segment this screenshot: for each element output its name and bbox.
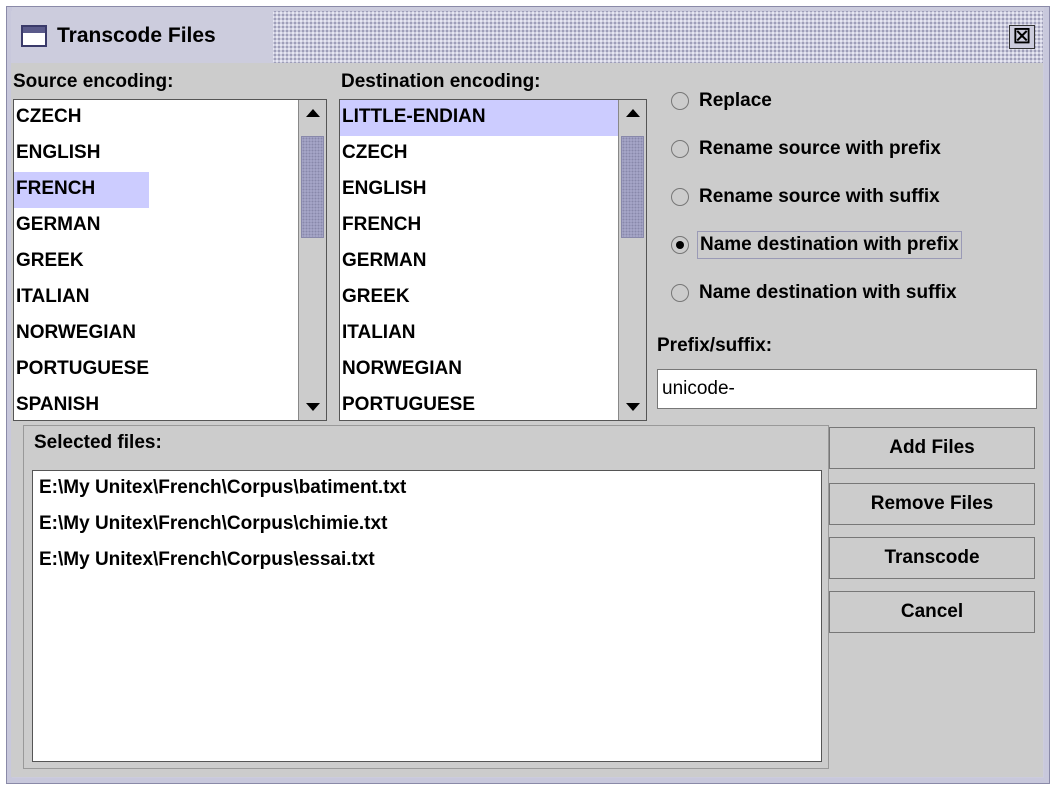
source-item-french[interactable]: FRENCH <box>14 172 150 208</box>
source-item-italian[interactable]: ITALIAN <box>14 280 149 316</box>
source-encoding-label: Source encoding: <box>13 71 174 92</box>
radio-button[interactable] <box>671 284 689 302</box>
source-item-english[interactable]: ENGLISH <box>14 136 149 172</box>
source-item-spanish[interactable]: SPANISH <box>14 388 149 420</box>
file-item[interactable]: E:\My Unitex\French\Corpus\batiment.txt <box>33 471 821 507</box>
radio-rename-source-prefix[interactable]: Rename source with prefix <box>671 129 943 169</box>
radio-replace[interactable]: Replace <box>671 81 774 121</box>
dest-item-portuguese[interactable]: PORTUGUESE <box>340 388 620 420</box>
title-plate: Transcode Files <box>11 11 273 63</box>
radio-button[interactable] <box>671 92 689 110</box>
selected-files-list[interactable]: E:\My Unitex\French\Corpus\batiment.txt … <box>32 470 822 762</box>
arrow-down-icon[interactable] <box>619 394 646 420</box>
radio-button[interactable] <box>671 140 689 158</box>
transcode-button[interactable]: Transcode <box>829 537 1035 579</box>
close-icon[interactable]: ☒ <box>1009 25 1035 49</box>
dest-item-italian[interactable]: ITALIAN <box>340 316 620 352</box>
window-icon <box>21 25 47 47</box>
selected-files-label: Selected files: <box>34 432 162 453</box>
radio-label: Name destination with prefix <box>697 231 962 259</box>
remove-files-button[interactable]: Remove Files <box>829 483 1035 525</box>
dialog-content: Source encoding: CZECH ENGLISH FRENCH GE… <box>11 63 1043 777</box>
source-item-czech[interactable]: CZECH <box>14 100 149 136</box>
dest-item-greek[interactable]: GREEK <box>340 280 620 316</box>
source-scroll-thumb[interactable] <box>301 136 324 238</box>
radio-label: Rename source with suffix <box>699 186 940 207</box>
radio-button[interactable] <box>671 188 689 206</box>
file-item[interactable]: E:\My Unitex\French\Corpus\essai.txt <box>33 543 821 579</box>
arrow-down-icon[interactable] <box>299 394 326 420</box>
dest-item-norwegian[interactable]: NORWEGIAN <box>340 352 620 388</box>
prefix-suffix-label: Prefix/suffix: <box>657 335 773 356</box>
cancel-button[interactable]: Cancel <box>829 591 1035 633</box>
destination-encoding-items: LITTLE-ENDIAN CZECH ENGLISH FRENCH GERMA… <box>340 100 620 420</box>
radio-rename-source-suffix[interactable]: Rename source with suffix <box>671 177 942 217</box>
prefix-suffix-input[interactable] <box>657 369 1037 409</box>
source-item-norwegian[interactable]: NORWEGIAN <box>14 316 149 352</box>
radio-label: Replace <box>699 90 772 111</box>
dest-item-english[interactable]: ENGLISH <box>340 172 620 208</box>
title-bar[interactable]: Transcode Files ☒ <box>11 11 1043 63</box>
add-files-button[interactable]: Add Files <box>829 427 1035 469</box>
destination-encoding-label: Destination encoding: <box>341 71 541 92</box>
arrow-up-icon[interactable] <box>619 100 646 126</box>
window-title: Transcode Files <box>57 24 216 47</box>
dest-item-little-endian[interactable]: LITTLE-ENDIAN <box>340 100 620 136</box>
source-item-german[interactable]: GERMAN <box>14 208 149 244</box>
source-scrollbar[interactable] <box>298 100 326 420</box>
arrow-up-icon[interactable] <box>299 100 326 126</box>
destination-scrollbar[interactable] <box>618 100 646 420</box>
radio-label: Rename source with prefix <box>699 138 941 159</box>
dest-item-french[interactable]: FRENCH <box>340 208 620 244</box>
destination-scroll-thumb[interactable] <box>621 136 644 238</box>
destination-encoding-list[interactable]: LITTLE-ENDIAN CZECH ENGLISH FRENCH GERMA… <box>339 99 647 421</box>
radio-label: Name destination with suffix <box>699 282 957 303</box>
transcode-window: Transcode Files ☒ Source encoding: CZECH… <box>6 6 1050 784</box>
source-encoding-items: CZECH ENGLISH FRENCH GERMAN GREEK ITALIA… <box>14 100 150 420</box>
source-item-portuguese[interactable]: PORTUGUESE <box>14 352 149 388</box>
file-item[interactable]: E:\My Unitex\French\Corpus\chimie.txt <box>33 507 821 543</box>
source-encoding-list[interactable]: CZECH ENGLISH FRENCH GERMAN GREEK ITALIA… <box>13 99 327 421</box>
radio-name-destination-suffix[interactable]: Name destination with suffix <box>671 273 959 313</box>
radio-name-destination-prefix[interactable]: Name destination with prefix <box>671 225 962 265</box>
dest-item-german[interactable]: GERMAN <box>340 244 620 280</box>
dest-item-czech[interactable]: CZECH <box>340 136 620 172</box>
selected-files-panel: Selected files: E:\My Unitex\French\Corp… <box>23 425 829 769</box>
radio-button-checked[interactable] <box>671 236 689 254</box>
source-item-greek[interactable]: GREEK <box>14 244 149 280</box>
